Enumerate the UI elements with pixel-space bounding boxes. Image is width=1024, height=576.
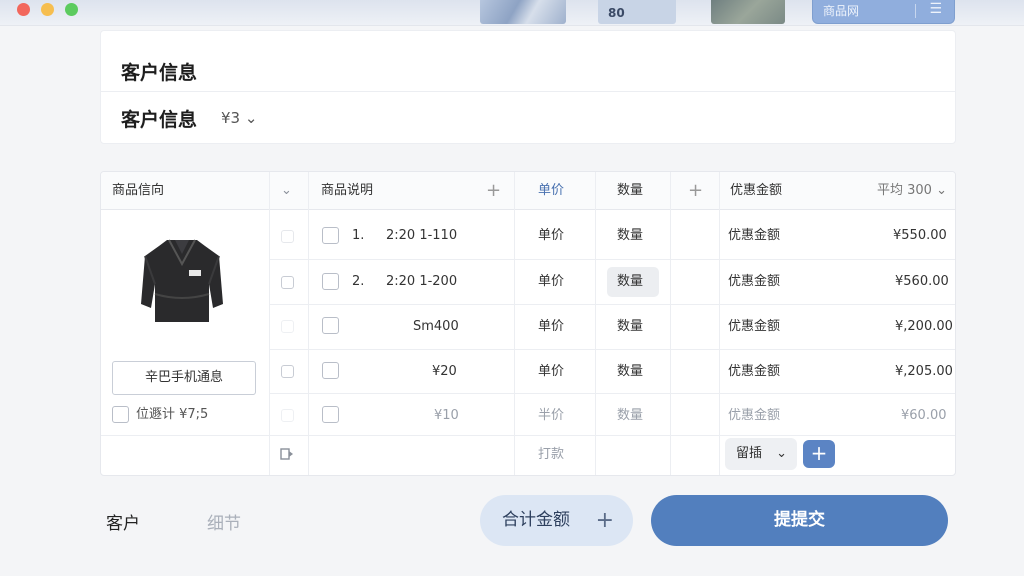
top-menu-button[interactable]: 商品网 ☰ xyxy=(812,0,955,24)
thumbnail-image-1[interactable] xyxy=(480,0,566,24)
row-number: 1. xyxy=(352,228,365,243)
row-discount: 优惠金额 xyxy=(728,364,781,379)
window-top-strip: 80 商品网 ☰ xyxy=(0,0,1024,26)
row-unit-price: 单价 xyxy=(538,319,565,334)
top-menu-label: 商品网 xyxy=(823,4,860,18)
row-amount: ¥,200.00 xyxy=(895,319,953,334)
row-unit-price: 单价 xyxy=(538,364,565,379)
add-row-button[interactable]: + xyxy=(803,440,835,468)
divider xyxy=(915,4,916,18)
footer-select-value: 留插 xyxy=(736,446,763,461)
detail-tab[interactable]: 细节 xyxy=(207,509,241,534)
column-divider xyxy=(269,172,270,475)
chevron-down-icon[interactable]: ⌄ xyxy=(281,172,292,210)
row-quantity[interactable]: 数量 xyxy=(617,317,643,337)
header-quantity[interactable]: 数量 xyxy=(617,172,643,210)
row-amount: ¥550.00 xyxy=(893,228,947,243)
row-checkbox[interactable] xyxy=(322,273,339,290)
plus-icon: + xyxy=(595,508,614,533)
column-divider xyxy=(595,172,596,475)
header-average-dropdown[interactable]: 平均 300 ⌄ xyxy=(877,172,947,210)
total-amount-button[interactable]: 合计金额 + xyxy=(480,495,633,546)
product-checkbox-label: 位遯计 ¥7;5 xyxy=(136,407,209,422)
row-number: 2. xyxy=(352,274,365,289)
row-discount: 优惠金额 xyxy=(728,408,781,423)
add-column-icon[interactable]: + xyxy=(688,172,703,210)
customer-info-subtitle: 客户信息 xyxy=(121,109,198,131)
table-header xyxy=(101,172,955,210)
row-divider xyxy=(269,393,955,394)
customer-info-card: 客户信息 客户信息 ¥3 ⌄ xyxy=(100,30,956,144)
row-quantity[interactable]: 数量 xyxy=(617,362,643,382)
row-amount: ¥560.00 xyxy=(895,274,949,289)
maximize-window-icon[interactable] xyxy=(65,3,78,16)
header-unit-price[interactable]: 单价 xyxy=(538,172,564,210)
column-divider xyxy=(514,172,515,475)
product-name-button[interactable]: 辛巴手机通息 xyxy=(112,361,256,395)
row-divider xyxy=(269,304,955,305)
row-quantity[interactable]: 数量 xyxy=(617,272,643,292)
row-unit-price: 单价 xyxy=(538,228,565,243)
customer-info-amount-row: 客户信息 ¥3 ⌄ xyxy=(101,105,955,135)
row-unit-price: 单价 xyxy=(538,274,565,289)
row-description: ¥20 xyxy=(432,364,457,379)
row-divider xyxy=(269,349,955,350)
total-amount-label: 合计金额 xyxy=(502,510,570,530)
row-select-checkbox[interactable] xyxy=(281,276,294,289)
row-quantity[interactable]: 数量 xyxy=(617,226,643,246)
thumbnail-2-text: 80 xyxy=(608,6,625,20)
hamburger-menu-icon[interactable]: ☰ xyxy=(929,1,942,17)
footer-select-dropdown[interactable]: 留插 ⌄ xyxy=(725,438,797,470)
chevron-down-icon: ⌄ xyxy=(776,446,787,461)
close-window-icon[interactable] xyxy=(17,3,30,16)
row-checkbox[interactable] xyxy=(322,227,339,244)
product-jacket-image xyxy=(141,239,223,322)
header-discount: 优惠金额 xyxy=(730,183,783,198)
customer-amount-dropdown[interactable]: ¥3 ⌄ xyxy=(221,109,257,127)
row-discount: 优惠金额 xyxy=(728,319,781,334)
row-checkbox[interactable] xyxy=(322,362,339,379)
row-select-checkbox[interactable] xyxy=(281,409,294,422)
row-discount: 优惠金额 xyxy=(728,228,781,243)
row-checkbox[interactable] xyxy=(322,406,339,423)
customer-label: 客户 xyxy=(106,514,140,534)
collapse-icon[interactable] xyxy=(280,448,294,460)
row-divider xyxy=(269,259,955,260)
thumbnail-image-3[interactable] xyxy=(711,0,785,24)
row-select-checkbox[interactable] xyxy=(281,320,294,333)
header-product-info: 商品信向 xyxy=(112,183,165,198)
customer-info-row: 客户信息 xyxy=(101,44,955,92)
product-checkbox[interactable] xyxy=(112,406,129,423)
column-divider xyxy=(308,172,309,475)
minimize-window-icon[interactable] xyxy=(41,3,54,16)
row-description: 2:20 1-200 xyxy=(386,274,458,289)
row-description: 2:20 1-110 xyxy=(386,228,458,243)
row-description: Sm400 xyxy=(413,319,459,334)
row-quantity[interactable]: 数量 xyxy=(617,406,643,426)
add-column-icon[interactable]: + xyxy=(486,172,501,210)
row-description: ¥10 xyxy=(434,408,459,423)
header-description: 商品说明 xyxy=(321,183,374,198)
row-divider xyxy=(101,435,955,436)
row-discount: 优惠金额 xyxy=(728,274,781,289)
row-amount: ¥,205.00 xyxy=(895,364,953,379)
row-select-checkbox[interactable] xyxy=(281,365,294,378)
row-amount: ¥60.00 xyxy=(901,408,947,423)
row-checkbox[interactable] xyxy=(322,317,339,334)
column-divider xyxy=(719,172,720,475)
column-divider xyxy=(670,172,671,475)
thumbnail-image-2[interactable]: 80 xyxy=(598,0,676,24)
row-unit-price: 半价 xyxy=(538,408,565,423)
row-select-checkbox[interactable] xyxy=(281,230,294,243)
product-table: 商品信向 ⌄ 商品说明 + 单价 数量 + 优惠金额 平均 300 ⌄ 辛巴手机… xyxy=(100,171,956,476)
submit-button[interactable]: 提提交 xyxy=(651,495,948,546)
footer-label: 打款 xyxy=(538,447,565,462)
customer-info-title: 客户信息 xyxy=(121,62,198,84)
